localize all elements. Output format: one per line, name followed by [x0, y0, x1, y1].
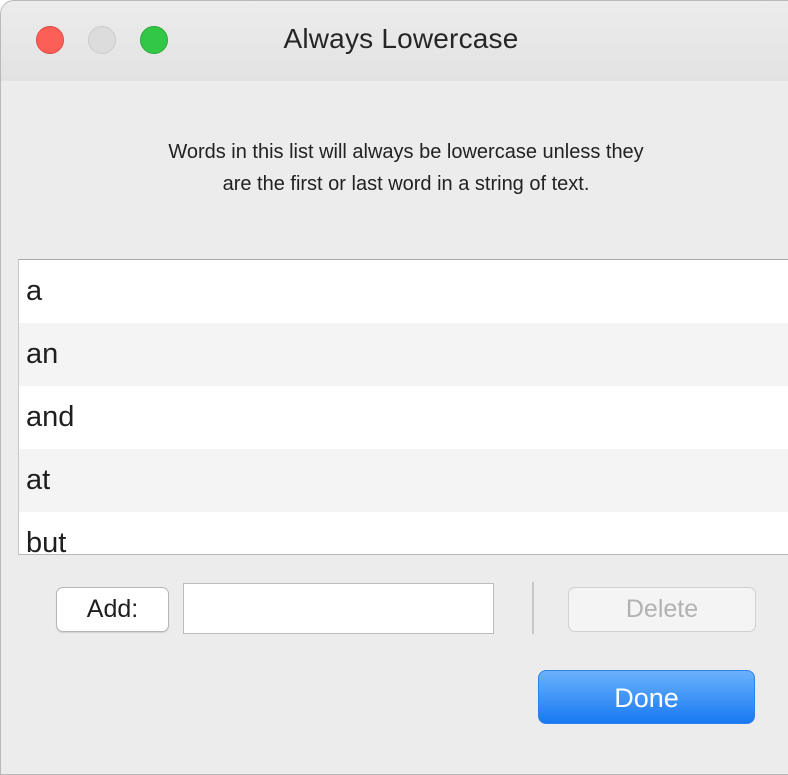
done-button[interactable]: Done	[538, 670, 755, 724]
always-lowercase-window: Always Lowercase Words in this list will…	[0, 0, 788, 775]
description-text: Words in this list will always be lowerc…	[21, 136, 788, 200]
word-row[interactable]: and	[19, 386, 788, 449]
add-button[interactable]: Add:	[56, 587, 169, 632]
word-row[interactable]: a	[19, 260, 788, 323]
word-row[interactable]: an	[19, 323, 788, 386]
delete-button[interactable]: Delete	[568, 587, 756, 632]
window-title: Always Lowercase	[283, 23, 519, 54]
word-row[interactable]: at	[19, 449, 788, 512]
minimize-window-button	[88, 26, 116, 54]
word-list-table[interactable]: a an and at but	[18, 259, 788, 555]
description-line-2: are the first or last word in a string o…	[222, 173, 590, 195]
title-bar: Always Lowercase	[1, 1, 788, 81]
word-row[interactable]: but	[19, 512, 788, 554]
zoom-window-button[interactable]	[140, 26, 168, 54]
vertical-separator	[532, 582, 534, 634]
add-word-input[interactable]	[183, 583, 494, 634]
description-line-1: Words in this list will always be lowerc…	[168, 141, 644, 163]
close-window-button[interactable]	[36, 26, 64, 54]
